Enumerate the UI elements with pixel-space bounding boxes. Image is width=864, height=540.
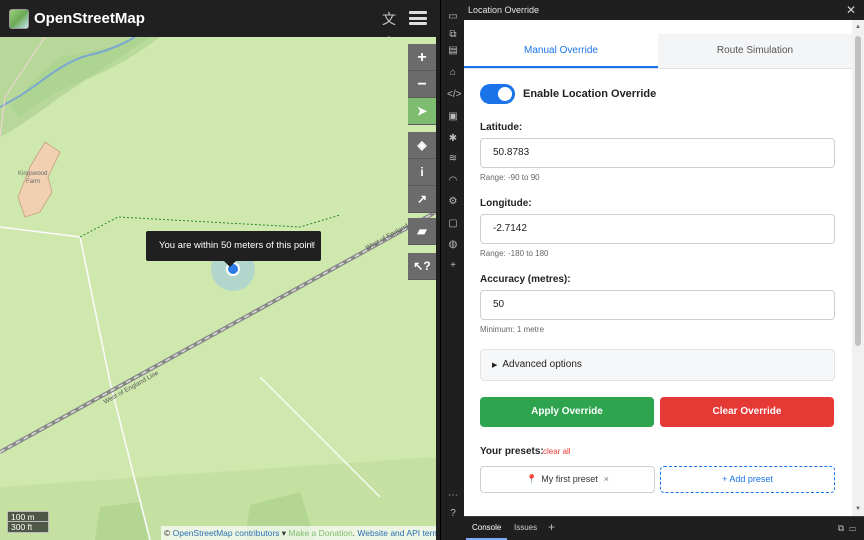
- devtools-activity-bar: ▭ ⧉ ▤ ⌂ </> ▣ ✱ ≋ ◠ ⚙ ▢ ◍ + ⋯ ?: [440, 0, 464, 540]
- add-drawer-tab-icon[interactable]: +: [548, 517, 555, 540]
- zoom-out-button[interactable]: −: [408, 71, 436, 98]
- apply-override-button[interactable]: Apply Override: [480, 397, 654, 427]
- tab-manual-override[interactable]: Manual Override: [464, 34, 658, 68]
- scrollbar-thumb[interactable]: [855, 36, 861, 346]
- panel-title: Location Override: [468, 5, 540, 15]
- attribution-copyright: ©: [164, 528, 173, 538]
- device-toolbar-icon[interactable]: ▭: [447, 11, 459, 23]
- application-icon[interactable]: ▢: [447, 218, 459, 230]
- presets-label: Your presets:: [480, 446, 544, 457]
- welcome-home-icon[interactable]: ⌂: [447, 67, 459, 79]
- zoom-controls: + −: [408, 44, 436, 98]
- preset-item[interactable]: 📍 My first preset ×: [480, 466, 655, 493]
- clear-all-presets-link[interactable]: clear all: [543, 447, 571, 456]
- advanced-options-toggle[interactable]: ▶ Advanced options: [480, 349, 835, 381]
- accuracy-hint: Minimum: 1 metre: [480, 325, 545, 334]
- window-icon[interactable]: ▤: [447, 45, 459, 57]
- query-control: ↖?: [408, 253, 436, 280]
- osm-title[interactable]: OpenStreetMap: [34, 10, 145, 27]
- remove-preset-icon[interactable]: ×: [604, 474, 609, 484]
- scroll-up-arrow-icon[interactable]: ▲: [852, 24, 864, 30]
- settings-gear-icon[interactable]: ⚙: [447, 196, 459, 208]
- api-terms-link[interactable]: Website and API terms: [357, 528, 436, 538]
- network-wifi-icon[interactable]: ≋: [447, 153, 459, 165]
- enable-override-toggle[interactable]: [480, 84, 515, 104]
- location-popup: You are within 50 meters of this point ×: [146, 230, 321, 267]
- more-ellipsis-icon[interactable]: ⋯: [447, 490, 459, 502]
- popup-close-icon[interactable]: ×: [310, 230, 316, 260]
- popup-text: You are within 50 meters of this point: [159, 240, 315, 251]
- map-drawing: Kingswood Farm West of England Line West…: [0, 37, 436, 540]
- close-icon[interactable]: ✕: [846, 0, 856, 20]
- accuracy-input[interactable]: 50: [480, 290, 835, 320]
- accuracy-label: Accuracy (metres):: [480, 274, 571, 285]
- donation-link[interactable]: Make a Donation: [288, 528, 352, 538]
- more-tools-plus-icon[interactable]: +: [447, 260, 459, 272]
- add-note-button[interactable]: ▰: [408, 218, 436, 245]
- devtools-drawer: Console Issues + ⧉ ▭: [464, 516, 864, 540]
- osm-header: OpenStreetMap 文A: [0, 0, 436, 49]
- drawer-actions: ⧉ ▭: [838, 523, 856, 534]
- longitude-hint: Range: -180 to 180: [480, 249, 549, 258]
- contributors-link[interactable]: OpenStreetMap contributors: [173, 528, 280, 538]
- latitude-label: Latitude:: [480, 122, 523, 133]
- hamburger-menu-icon[interactable]: [409, 9, 427, 27]
- scale-bar: 100 m 300 ft: [7, 511, 49, 533]
- translate-icon[interactable]: 文A: [378, 8, 400, 49]
- add-preset-button[interactable]: + Add preset: [660, 466, 835, 493]
- latitude-input[interactable]: 50.8783: [480, 138, 835, 168]
- help-icon[interactable]: ?: [447, 508, 459, 520]
- map-key-button[interactable]: i: [408, 159, 436, 186]
- performance-gauge-icon[interactable]: ◠: [447, 175, 459, 187]
- enable-override-row: Enable Location Override: [480, 84, 656, 104]
- scroll-down-arrow-icon[interactable]: ▼: [852, 506, 864, 512]
- drawer-tab-console[interactable]: Console: [466, 517, 508, 540]
- clear-override-button[interactable]: Clear Override: [660, 397, 834, 427]
- dock-icon[interactable]: ⧉: [838, 523, 844, 533]
- layers-button[interactable]: ◈: [408, 132, 436, 159]
- pin-icon: 📍: [526, 474, 538, 484]
- map-attribution: © OpenStreetMap contributors ▾ Make a Do…: [161, 526, 436, 540]
- panel-scrollbar[interactable]: ▲ ▼: [852, 20, 864, 516]
- mode-tabs: Manual Override Route Simulation: [464, 34, 852, 69]
- enable-override-label: Enable Location Override: [523, 88, 657, 100]
- longitude-input[interactable]: -2.7142: [480, 214, 835, 244]
- latitude-hint: Range: -90 to 90: [480, 173, 540, 182]
- location-override-panel: Manual Override Route Simulation Enable …: [464, 20, 852, 516]
- scale-imperial: 300 ft: [7, 522, 49, 533]
- map-tools: ◈ i ↗: [408, 132, 436, 213]
- elements-icon[interactable]: </>: [447, 89, 461, 101]
- advanced-options-label: Advanced options: [502, 359, 582, 370]
- openstreetmap-app: OpenStreetMap 文A Kingswood Farm West of …: [0, 0, 436, 540]
- farm-label-2: Farm: [26, 179, 40, 185]
- note-control: ▰: [408, 218, 436, 245]
- inspect-icon[interactable]: ⧉: [447, 29, 459, 41]
- undock-icon[interactable]: ▭: [849, 523, 856, 533]
- panel-title-bar: Location Override ✕: [464, 0, 864, 20]
- locate-button[interactable]: ➤: [408, 98, 436, 125]
- expand-triangle-icon: ▶: [492, 362, 498, 369]
- query-features-button[interactable]: ↖?: [408, 253, 436, 280]
- location-extension-icon[interactable]: ◍: [447, 239, 459, 251]
- longitude-label: Longitude:: [480, 198, 532, 209]
- farm-label-1: Kingswood: [18, 171, 47, 177]
- locate-control: ➤: [408, 98, 436, 125]
- osm-logo-icon[interactable]: [9, 8, 29, 29]
- console-icon[interactable]: ▣: [447, 111, 459, 123]
- tab-route-simulation[interactable]: Route Simulation: [658, 34, 852, 68]
- sources-bug-icon[interactable]: ✱: [447, 133, 459, 145]
- zoom-in-button[interactable]: +: [408, 44, 436, 71]
- scale-metric: 100 m: [7, 511, 49, 522]
- map-canvas[interactable]: Kingswood Farm West of England Line West…: [0, 37, 436, 540]
- share-button[interactable]: ↗: [408, 186, 436, 213]
- preset-label: My first preset: [541, 474, 598, 484]
- drawer-tab-issues[interactable]: Issues: [514, 517, 537, 540]
